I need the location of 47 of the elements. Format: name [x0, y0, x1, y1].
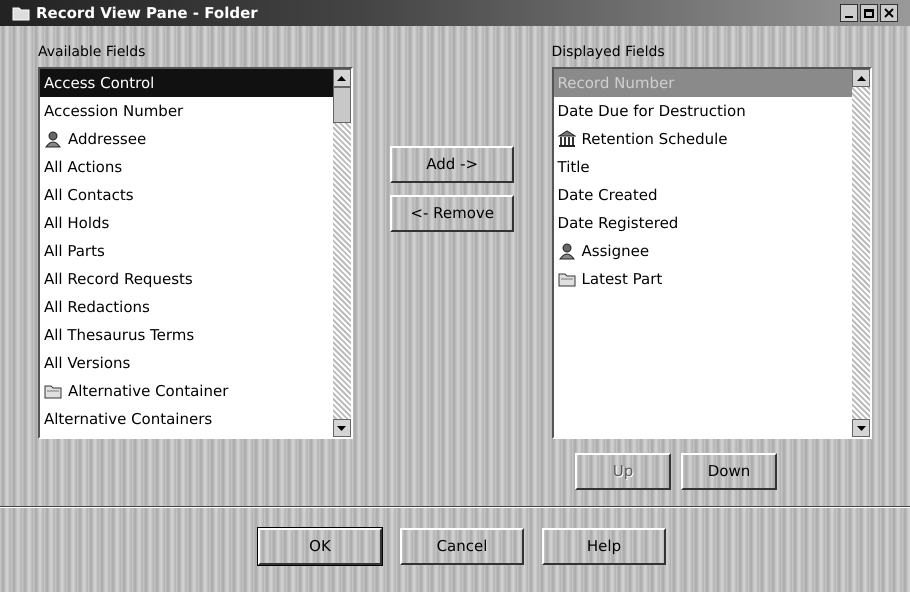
- list-item[interactable]: Retention Schedule: [554, 125, 852, 153]
- list-item[interactable]: Addressee: [40, 125, 333, 153]
- list-item[interactable]: Latest Part: [554, 265, 852, 293]
- scroll-up-icon[interactable]: [332, 69, 351, 87]
- scroll-down-icon[interactable]: [332, 419, 351, 437]
- list-item[interactable]: Date Registered: [554, 209, 852, 237]
- list-item[interactable]: All Holds: [40, 209, 333, 237]
- list-item[interactable]: All Thesaurus Terms: [40, 321, 333, 349]
- list-item[interactable]: Date Created: [554, 181, 852, 209]
- list-item[interactable]: All Record Requests: [40, 265, 333, 293]
- dialog-button[interactable]: Down: [681, 453, 777, 490]
- list-item[interactable]: All Contacts: [40, 181, 333, 209]
- folder-icon: [12, 6, 30, 20]
- building-icon: [558, 130, 576, 148]
- list-label: Available Fields: [38, 43, 146, 62]
- dialog-button[interactable]: <- Remove: [390, 195, 514, 232]
- person-icon: [44, 130, 62, 148]
- close-icon[interactable]: [880, 4, 898, 22]
- list-item[interactable]: All Actions: [40, 153, 333, 181]
- list-item[interactable]: Alternative Container: [40, 377, 333, 405]
- scroll-up-icon[interactable]: [852, 69, 870, 87]
- list-item[interactable]: Accession Number: [40, 97, 333, 125]
- field-list[interactable]: Access Control Accession Number Addressee All Actions All Contacts All Holds All Parts All Record Requests All Redactions All Thesaurus Terms All Versions Alternative Container Alternative Containers: [38, 67, 353, 439]
- dialog-button[interactable]: OK: [258, 528, 382, 565]
- scroll-down-icon[interactable]: [852, 419, 870, 437]
- list-item[interactable]: All Redactions: [40, 293, 333, 321]
- minimize-icon[interactable]: [840, 4, 858, 22]
- maximize-icon[interactable]: [860, 4, 878, 22]
- scrollbar[interactable]: [332, 69, 351, 437]
- list-item[interactable]: All Versions: [40, 349, 333, 377]
- list-item[interactable]: Assignee: [554, 237, 852, 265]
- window-title: Record View Pane - Folder: [36, 2, 258, 24]
- list-item[interactable]: All Parts: [40, 237, 333, 265]
- person-icon: [558, 242, 576, 260]
- list-item[interactable]: Title: [554, 153, 852, 181]
- list-item[interactable]: Date Due for Destruction: [554, 97, 852, 125]
- dialog-button[interactable]: Help: [542, 528, 666, 565]
- folder-icon: [44, 383, 62, 399]
- scrollbar[interactable]: [852, 69, 870, 437]
- scroll-thumb[interactable]: [332, 87, 351, 123]
- field-list[interactable]: Record Number Date Due for Destruction Retention Schedule Title Date Created Date Registered Assignee Latest Part: [552, 67, 872, 439]
- dialog-button[interactable]: Add ->: [390, 146, 514, 183]
- list-item[interactable]: Access Control: [40, 69, 333, 97]
- dialog-button[interactable]: Cancel: [400, 528, 524, 565]
- list-label: Displayed Fields: [552, 43, 666, 62]
- folder-icon: [558, 271, 576, 287]
- list-item[interactable]: Alternative Containers: [40, 405, 333, 433]
